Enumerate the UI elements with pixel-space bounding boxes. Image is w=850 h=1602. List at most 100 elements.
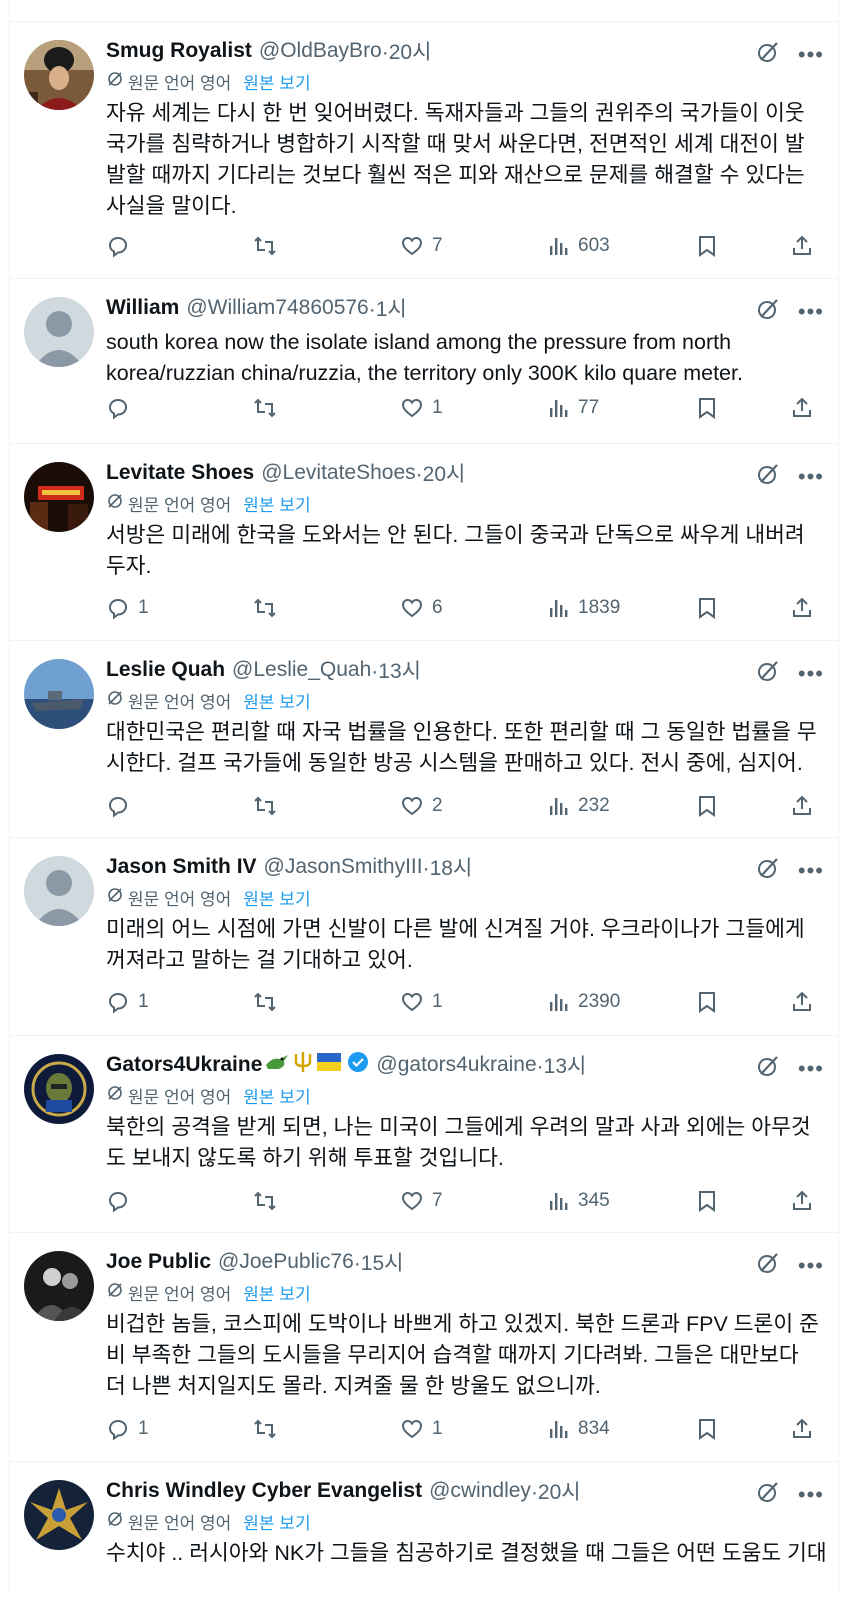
timestamp[interactable]: ·1시 [369, 293, 407, 323]
reply-button[interactable] [106, 234, 138, 258]
reply-button[interactable] [106, 1189, 138, 1213]
repost-button[interactable] [252, 990, 278, 1014]
like-button[interactable]: 1 [400, 990, 443, 1014]
timestamp[interactable]: ·13시 [371, 655, 421, 685]
repost-button[interactable] [252, 596, 278, 620]
display-name[interactable]: Leslie Quah [106, 658, 225, 682]
timestamp[interactable]: ·13시 [537, 1050, 587, 1080]
bookmark-button[interactable] [696, 990, 718, 1014]
verified-badge-icon[interactable] [347, 1051, 369, 1079]
like-button[interactable]: 2 [400, 794, 443, 818]
user-handle[interactable]: @JasonSmithyIII [264, 855, 423, 879]
display-name[interactable]: William [106, 296, 179, 320]
share-button[interactable] [790, 1417, 814, 1441]
avatar[interactable] [24, 40, 94, 110]
bookmark-button[interactable] [696, 596, 718, 620]
views-button[interactable]: 232 [548, 795, 610, 817]
repost-button[interactable] [252, 396, 278, 420]
show-original-link[interactable]: 원본 보기 [243, 885, 310, 910]
reply-button[interactable] [106, 396, 138, 420]
like-button[interactable]: 1 [400, 1417, 443, 1441]
tweet-card[interactable]: Joe Public @JoePublic76 ·15시 ••• 원문 언어 영… [10, 1233, 838, 1462]
views-button[interactable]: 345 [548, 1190, 610, 1212]
timestamp[interactable]: ·15시 [354, 1247, 404, 1277]
views-button[interactable]: 1839 [548, 597, 620, 619]
more-options-icon[interactable]: ••• [798, 301, 824, 323]
more-options-icon[interactable]: ••• [798, 44, 824, 66]
avatar[interactable] [24, 856, 94, 926]
bookmark-button[interactable] [696, 1417, 718, 1441]
show-original-link[interactable]: 원본 보기 [243, 1280, 310, 1305]
repost-button[interactable] [252, 1189, 278, 1213]
user-handle[interactable]: @gators4ukraine [376, 1053, 536, 1077]
views-button[interactable]: 77 [548, 397, 599, 419]
grok-icon[interactable] [756, 1480, 780, 1510]
show-original-link[interactable]: 원본 보기 [243, 1083, 310, 1108]
avatar[interactable] [24, 1054, 94, 1124]
grok-icon[interactable] [756, 40, 780, 70]
grok-icon[interactable] [756, 462, 780, 492]
display-name[interactable]: Jason Smith IV [106, 855, 257, 879]
reply-button[interactable]: 1 [106, 990, 149, 1014]
show-original-link[interactable]: 원본 보기 [243, 1509, 310, 1534]
tweet-card[interactable]: Chris Windley Cyber Evangelist @cwindley… [10, 1462, 838, 1602]
reply-button[interactable] [106, 794, 138, 818]
like-button[interactable]: 6 [400, 596, 443, 620]
repost-button[interactable] [252, 234, 278, 258]
show-original-link[interactable]: 원본 보기 [243, 688, 310, 713]
display-name[interactable]: Chris Windley Cyber Evangelist [106, 1479, 422, 1503]
bookmark-button[interactable] [696, 794, 718, 818]
grok-icon[interactable] [756, 659, 780, 689]
like-button[interactable]: 1 [400, 396, 443, 420]
reply-button[interactable]: 1 [106, 1417, 149, 1441]
tweet-card[interactable]: Smug Royalist @OldBayBro ·20시 ••• 원문 언어 … [10, 22, 838, 279]
tweet-card[interactable]: Levitate Shoes @LevitateShoes ·20시 ••• 원… [10, 444, 838, 641]
avatar[interactable] [24, 1251, 94, 1321]
avatar[interactable] [24, 462, 94, 532]
like-button[interactable]: 7 [400, 1189, 443, 1213]
repost-button[interactable] [252, 1417, 278, 1441]
views-button[interactable]: 603 [548, 235, 610, 257]
repost-button[interactable] [252, 794, 278, 818]
show-original-link[interactable]: 원본 보기 [243, 69, 310, 94]
timestamp[interactable]: ·18시 [423, 852, 473, 882]
tweet-card[interactable]: Gators4Ukraine @gators4ukraine ·13시 ••• … [10, 1036, 838, 1233]
grok-icon[interactable] [756, 1054, 780, 1084]
more-options-icon[interactable]: ••• [798, 1255, 824, 1277]
views-button[interactable]: 834 [548, 1418, 610, 1440]
share-button[interactable] [790, 990, 814, 1014]
bookmark-button[interactable] [696, 396, 718, 420]
more-options-icon[interactable]: ••• [798, 1484, 824, 1506]
reply-button[interactable]: 1 [106, 596, 149, 620]
avatar[interactable] [24, 659, 94, 729]
display-name[interactable]: Smug Royalist [106, 39, 252, 63]
more-options-icon[interactable]: ••• [798, 860, 824, 882]
display-name[interactable]: Joe Public [106, 1250, 211, 1274]
grok-icon[interactable] [756, 297, 780, 327]
views-button[interactable]: 2390 [548, 991, 620, 1013]
display-name[interactable]: Levitate Shoes [106, 461, 254, 485]
more-options-icon[interactable]: ••• [798, 466, 824, 488]
user-handle[interactable]: @LevitateShoes [261, 461, 415, 485]
grok-icon[interactable] [756, 856, 780, 886]
tweet-card[interactable]: Leslie Quah @Leslie_Quah ·13시 ••• 원문 언어 … [10, 641, 838, 838]
user-handle[interactable]: @JoePublic76 [218, 1250, 354, 1274]
more-options-icon[interactable]: ••• [798, 663, 824, 685]
display-name[interactable]: Gators4Ukraine [106, 1053, 262, 1077]
like-button[interactable]: 7 [400, 234, 443, 258]
user-handle[interactable]: @William74860576 [186, 296, 368, 320]
timestamp[interactable]: ·20시 [416, 458, 466, 488]
avatar[interactable] [24, 297, 94, 367]
grok-icon[interactable] [756, 1251, 780, 1281]
tweet-card[interactable]: William @William74860576 ·1시 ••• south k… [10, 279, 838, 444]
bookmark-button[interactable] [696, 1189, 718, 1213]
share-button[interactable] [790, 234, 814, 258]
share-button[interactable] [790, 1189, 814, 1213]
user-handle[interactable]: @OldBayBro [259, 39, 382, 63]
share-button[interactable] [790, 794, 814, 818]
user-handle[interactable]: @Leslie_Quah [232, 658, 371, 682]
share-button[interactable] [790, 596, 814, 620]
user-handle[interactable]: @cwindley [429, 1479, 531, 1503]
timestamp[interactable]: ·20시 [382, 36, 432, 66]
more-options-icon[interactable]: ••• [798, 1058, 824, 1080]
